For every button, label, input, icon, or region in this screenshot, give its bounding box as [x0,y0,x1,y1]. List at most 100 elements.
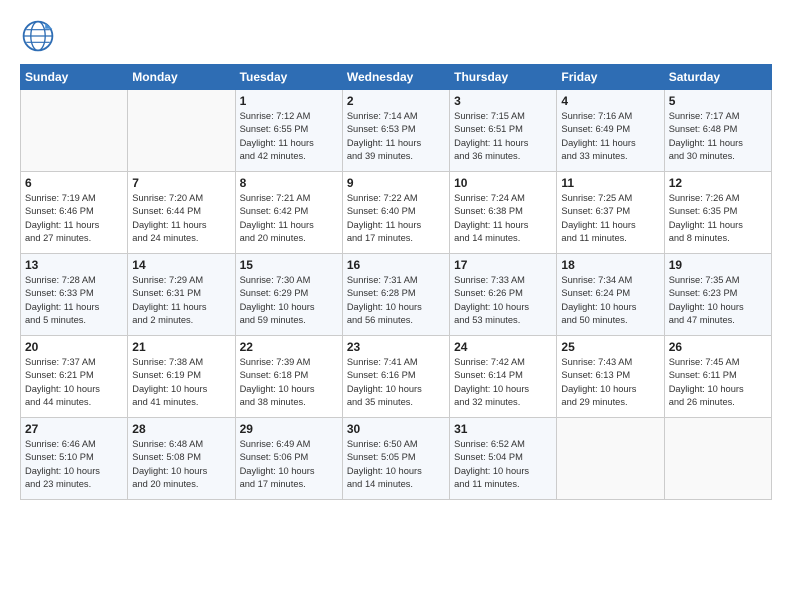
header-cell-wednesday: Wednesday [342,65,449,90]
calendar-cell: 15 Sunrise: 7:30 AM Sunset: 6:29 PM Dayli… [235,254,342,336]
day-number: 3 [454,94,552,108]
calendar-cell [128,90,235,172]
header-cell-saturday: Saturday [664,65,771,90]
day-number: 19 [669,258,767,272]
header-cell-thursday: Thursday [450,65,557,90]
calendar-week-1: 1 Sunrise: 7:12 AM Sunset: 6:55 PM Daylig… [21,90,772,172]
day-number: 22 [240,340,338,354]
logo-icon [20,18,56,54]
calendar-cell: 27 Sunrise: 6:46 AM Sunset: 5:10 PM Dayli… [21,418,128,500]
calendar-cell: 28Sunrise: 6:48 AM Sunset: 5:08 PM Dayli… [128,418,235,500]
day-number: 6 [25,176,123,190]
calendar-cell [664,418,771,500]
day-info: Sunrise: 7:28 AM Sunset: 6:33 PM Dayligh… [25,274,123,328]
calendar-cell: 10 Sunrise: 7:24 AM Sunset: 6:38 PM Dayli… [450,172,557,254]
day-number: 8 [240,176,338,190]
calendar-cell: 6 Sunrise: 7:19 AM Sunset: 6:46 PM Daylig… [21,172,128,254]
calendar-cell: 9 Sunrise: 7:22 AM Sunset: 6:40 PM Daylig… [342,172,449,254]
day-number: 27 [25,422,123,436]
day-info: Sunrise: 7:38 AM Sunset: 6:19 PM Dayligh… [132,356,230,410]
day-info: Sunrise: 7:22 AM Sunset: 6:40 PM Dayligh… [347,192,445,246]
day-number: 4 [561,94,659,108]
day-number: 25 [561,340,659,354]
day-number: 13 [25,258,123,272]
day-number: 2 [347,94,445,108]
day-info: Sunrise: 7:12 AM Sunset: 6:55 PM Dayligh… [240,110,338,164]
day-info: Sunrise: 7:37 AM Sunset: 6:21 PM Dayligh… [25,356,123,410]
calendar-cell: 17Sunrise: 7:33 AM Sunset: 6:26 PM Dayli… [450,254,557,336]
calendar-cell: 18Sunrise: 7:34 AM Sunset: 6:24 PM Dayli… [557,254,664,336]
day-number: 20 [25,340,123,354]
day-info: Sunrise: 6:46 AM Sunset: 5:10 PM Dayligh… [25,438,123,492]
calendar-cell: 11Sunrise: 7:25 AM Sunset: 6:37 PM Dayli… [557,172,664,254]
day-number: 14 [132,258,230,272]
day-info: Sunrise: 7:24 AM Sunset: 6:38 PM Dayligh… [454,192,552,246]
logo [20,18,60,54]
day-info: Sunrise: 7:35 AM Sunset: 6:23 PM Dayligh… [669,274,767,328]
calendar-cell: 29Sunrise: 6:49 AM Sunset: 5:06 PM Dayli… [235,418,342,500]
calendar-cell: 22 Sunrise: 7:39 AM Sunset: 6:18 PM Dayli… [235,336,342,418]
day-number: 16 [347,258,445,272]
header [20,18,772,54]
day-number: 31 [454,422,552,436]
header-row: SundayMondayTuesdayWednesdayThursdayFrid… [21,65,772,90]
calendar-cell: 26Sunrise: 7:45 AM Sunset: 6:11 PM Dayli… [664,336,771,418]
header-cell-tuesday: Tuesday [235,65,342,90]
day-number: 26 [669,340,767,354]
calendar-week-2: 6 Sunrise: 7:19 AM Sunset: 6:46 PM Daylig… [21,172,772,254]
calendar-cell: 1 Sunrise: 7:12 AM Sunset: 6:55 PM Daylig… [235,90,342,172]
calendar-cell: 8 Sunrise: 7:21 AM Sunset: 6:42 PM Daylig… [235,172,342,254]
calendar-cell: 31 Sunrise: 6:52 AM Sunset: 5:04 PM Dayli… [450,418,557,500]
header-cell-monday: Monday [128,65,235,90]
day-number: 30 [347,422,445,436]
calendar-cell: 25 Sunrise: 7:43 AM Sunset: 6:13 PM Dayli… [557,336,664,418]
day-number: 24 [454,340,552,354]
calendar-week-3: 13 Sunrise: 7:28 AM Sunset: 6:33 PM Dayli… [21,254,772,336]
day-info: Sunrise: 7:20 AM Sunset: 6:44 PM Dayligh… [132,192,230,246]
calendar-cell: 23 Sunrise: 7:41 AM Sunset: 6:16 PM Dayli… [342,336,449,418]
day-info: Sunrise: 6:50 AM Sunset: 5:05 PM Dayligh… [347,438,445,492]
calendar-cell: 2Sunrise: 7:14 AM Sunset: 6:53 PM Daylig… [342,90,449,172]
day-info: Sunrise: 7:39 AM Sunset: 6:18 PM Dayligh… [240,356,338,410]
day-info: Sunrise: 7:42 AM Sunset: 6:14 PM Dayligh… [454,356,552,410]
day-number: 9 [347,176,445,190]
day-info: Sunrise: 7:15 AM Sunset: 6:51 PM Dayligh… [454,110,552,164]
day-info: Sunrise: 6:52 AM Sunset: 5:04 PM Dayligh… [454,438,552,492]
calendar-cell: 19 Sunrise: 7:35 AM Sunset: 6:23 PM Dayli… [664,254,771,336]
calendar-cell: 30 Sunrise: 6:50 AM Sunset: 5:05 PM Dayli… [342,418,449,500]
calendar-cell: 16 Sunrise: 7:31 AM Sunset: 6:28 PM Dayli… [342,254,449,336]
day-number: 5 [669,94,767,108]
calendar-cell: 14Sunrise: 7:29 AM Sunset: 6:31 PM Dayli… [128,254,235,336]
day-info: Sunrise: 7:31 AM Sunset: 6:28 PM Dayligh… [347,274,445,328]
day-number: 21 [132,340,230,354]
calendar-cell: 4 Sunrise: 7:16 AM Sunset: 6:49 PM Daylig… [557,90,664,172]
calendar-cell [21,90,128,172]
calendar-cell: 20 Sunrise: 7:37 AM Sunset: 6:21 PM Dayli… [21,336,128,418]
day-number: 12 [669,176,767,190]
calendar-week-5: 27 Sunrise: 6:46 AM Sunset: 5:10 PM Dayli… [21,418,772,500]
calendar-cell: 21 Sunrise: 7:38 AM Sunset: 6:19 PM Dayli… [128,336,235,418]
calendar-cell: 12Sunrise: 7:26 AM Sunset: 6:35 PM Dayli… [664,172,771,254]
day-number: 1 [240,94,338,108]
day-number: 17 [454,258,552,272]
header-cell-sunday: Sunday [21,65,128,90]
day-number: 11 [561,176,659,190]
day-info: Sunrise: 7:30 AM Sunset: 6:29 PM Dayligh… [240,274,338,328]
day-info: Sunrise: 7:34 AM Sunset: 6:24 PM Dayligh… [561,274,659,328]
day-number: 10 [454,176,552,190]
day-number: 29 [240,422,338,436]
day-number: 7 [132,176,230,190]
day-info: Sunrise: 7:21 AM Sunset: 6:42 PM Dayligh… [240,192,338,246]
day-info: Sunrise: 7:43 AM Sunset: 6:13 PM Dayligh… [561,356,659,410]
calendar-week-4: 20 Sunrise: 7:37 AM Sunset: 6:21 PM Dayli… [21,336,772,418]
day-number: 23 [347,340,445,354]
day-info: Sunrise: 7:41 AM Sunset: 6:16 PM Dayligh… [347,356,445,410]
calendar-cell: 24 Sunrise: 7:42 AM Sunset: 6:14 PM Dayli… [450,336,557,418]
header-cell-friday: Friday [557,65,664,90]
day-info: Sunrise: 7:16 AM Sunset: 6:49 PM Dayligh… [561,110,659,164]
day-info: Sunrise: 7:19 AM Sunset: 6:46 PM Dayligh… [25,192,123,246]
calendar-table: SundayMondayTuesdayWednesdayThursdayFrid… [20,64,772,500]
day-number: 15 [240,258,338,272]
calendar-cell: 7 Sunrise: 7:20 AM Sunset: 6:44 PM Daylig… [128,172,235,254]
day-info: Sunrise: 6:48 AM Sunset: 5:08 PM Dayligh… [132,438,230,492]
